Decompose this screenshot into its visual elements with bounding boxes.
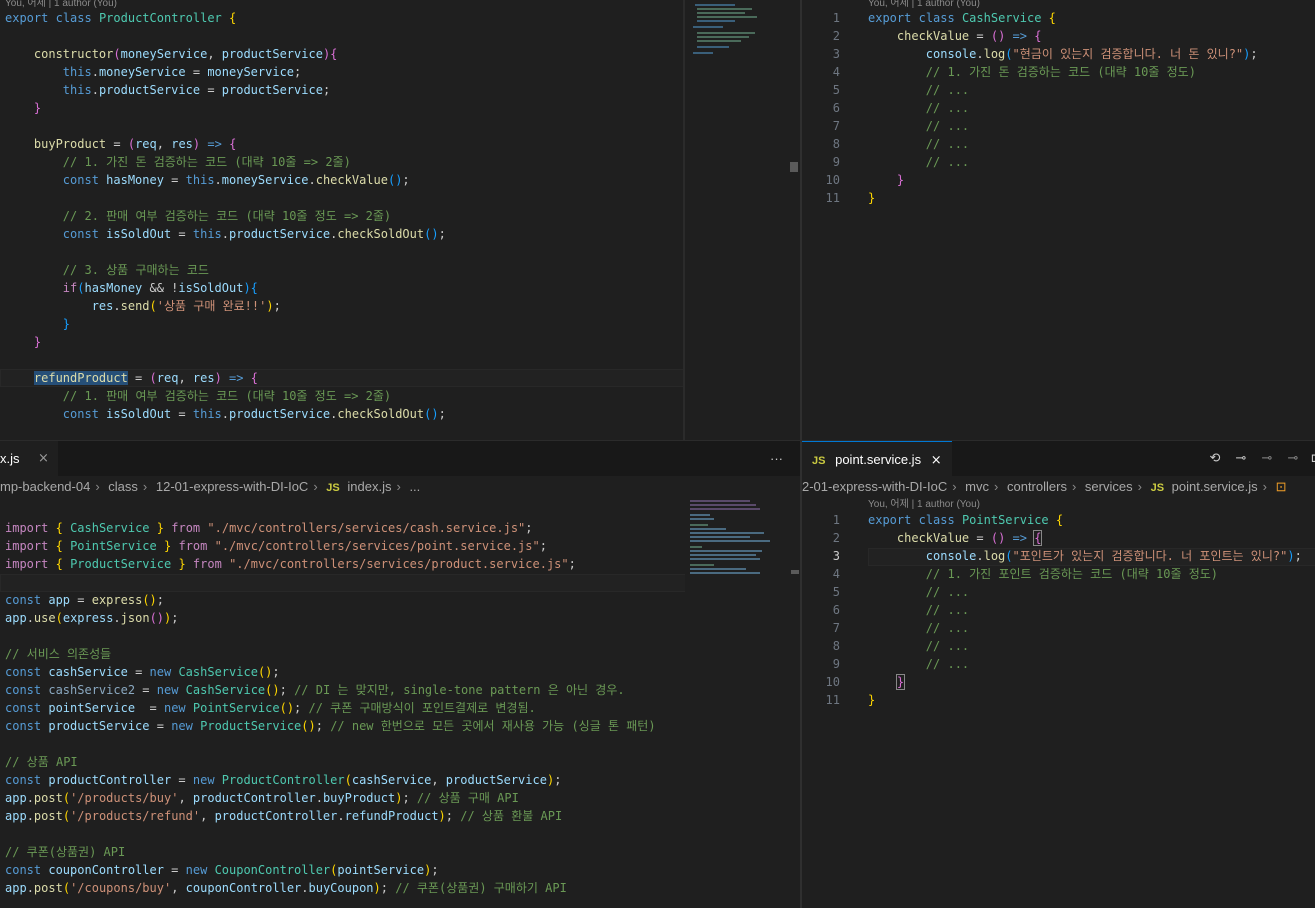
code-line: export class ProductController {: [5, 11, 237, 25]
git-compare-icon[interactable]: ⊸: [1232, 450, 1250, 468]
js-file-icon: JS: [1150, 482, 1165, 494]
code-line: // ...: [868, 83, 970, 97]
code-line: console.log("포인트가 있는지 검증합니다. 너 포인트는 있니?"…: [925, 549, 1302, 563]
code-line: // 서비스 의존성들: [5, 647, 112, 661]
code-line: // ...: [868, 621, 970, 635]
git-next-icon[interactable]: ⊸: [1284, 450, 1302, 468]
code-line: // ...: [868, 137, 970, 151]
code-line: this.moneyService = moneyService;: [62, 65, 302, 79]
code-line: }: [895, 674, 906, 690]
code-line: // 3. 상품 구매하는 코드: [5, 263, 209, 277]
code-line: const hasMoney = this.moneyService.check…: [62, 173, 410, 187]
code-line: // ...: [868, 119, 970, 133]
code-line: // 쿠폰(상품권) API: [5, 845, 126, 859]
symbol-icon: ⊡: [1275, 479, 1287, 494]
code-line: const pointService = new PointService();…: [5, 701, 536, 715]
tab-index-js[interactable]: x.js ×: [0, 441, 58, 477]
code-line: // ...: [868, 639, 970, 653]
code-line: const couponController = new CouponContr…: [5, 863, 439, 877]
code-line: app.post('/coupons/buy', couponControlle…: [5, 881, 567, 895]
code-line: }: [33, 101, 42, 115]
close-icon[interactable]: ×: [38, 441, 49, 477]
code-line: }: [33, 335, 42, 349]
js-file-icon: JS: [812, 455, 826, 467]
breadcrumb: mp-backend-04 › class › 12-01-express-with…: [0, 476, 800, 498]
code-line: refundProduct = (req, res) => {: [33, 371, 258, 385]
code-line: this.productService = productService;: [62, 83, 331, 97]
tab-bar: x.js × ···: [0, 441, 800, 477]
code-line: const cashService = new CashService();: [5, 665, 280, 679]
code-line: const app = express();: [5, 593, 164, 607]
timeline-icon[interactable]: ⟲: [1206, 450, 1224, 468]
code-line: if(hasMoney && !isSoldOut){: [62, 281, 258, 295]
code-line: // 1. 가진 돈 검증하는 코드 (대략 10줄 정도): [868, 65, 1196, 79]
code-line: }: [62, 317, 71, 331]
code-line: }: [896, 173, 905, 187]
code-line: const cashService2 = new CashService(); …: [5, 683, 625, 697]
code-line: console.log("현금이 있는지 검증합니다. 너 돈 있니?");: [925, 47, 1258, 61]
breadcrumb-item[interactable]: services: [1085, 479, 1133, 494]
breadcrumb-item[interactable]: 12-01-express-with-DI-IoC: [156, 479, 308, 494]
git-previous-icon[interactable]: ⊸: [1258, 450, 1276, 468]
blame-annotation[interactable]: You, 어제 | 1 author (You): [868, 499, 980, 511]
editor-pane-product-controller[interactable]: You, 어제 | 1 author (You) export class Pr…: [0, 0, 683, 440]
code-line: // 1. 가진 돈 검증하는 코드 (대략 10줄 => 2줄): [5, 155, 351, 169]
code-line: }: [868, 693, 876, 707]
editor-pane-point-service[interactable]: You, 어제 | 1 author (You) 1 2 3 4 5 6 7 8…: [802, 498, 1315, 908]
js-file-icon: JS: [326, 482, 340, 494]
code-line: constructor(moneyService, productService…: [33, 47, 338, 61]
code-line: // 1. 가진 포인트 검증하는 코드 (대략 10줄 정도): [868, 567, 1219, 581]
code-line: export class CashService {: [868, 11, 1056, 25]
code-line: checkValue = () => {: [896, 29, 1042, 43]
code-line: app.use(express.json());: [5, 611, 179, 625]
close-icon[interactable]: ×: [931, 453, 942, 468]
breadcrumb-item[interactable]: mvc: [965, 479, 989, 494]
breadcrumb-item[interactable]: index.js: [347, 479, 391, 494]
breadcrumb-item[interactable]: mp-backend-04: [0, 479, 90, 494]
code-line: // 상품 API: [5, 755, 78, 769]
tab-bar: JS point.service.js × ⟲ ⊸ ⊸ ⊸ ⊏: [802, 441, 1315, 478]
breadcrumb-item[interactable]: ...: [409, 479, 420, 494]
breadcrumb: 2-01-express-with-DI-IoC › mvc › controlle…: [802, 476, 1315, 498]
breadcrumb-item[interactable]: class: [108, 479, 138, 494]
code-line: // ...: [868, 657, 970, 671]
code-line: // ...: [868, 101, 970, 115]
code-line: app.post('/products/refund', productCont…: [5, 809, 563, 823]
code-line: export class PointService {: [868, 513, 1064, 527]
code-line: }: [868, 191, 876, 205]
code-line: // ...: [868, 155, 970, 169]
pane-divider[interactable]: [683, 0, 685, 440]
more-actions-button[interactable]: ···: [770, 441, 783, 477]
code-line: // 1. 판매 여부 검증하는 코드 (대략 10줄 정도 => 2줄): [5, 389, 392, 403]
code-line: import { ProductService } from "./mvc/co…: [5, 557, 576, 571]
code-line: const isSoldOut = this.productService.ch…: [62, 407, 446, 421]
code-line: const productService = new ProductServic…: [5, 719, 656, 733]
code-line: // ...: [868, 603, 970, 617]
current-line-highlight: [0, 574, 685, 592]
split-editor-icon[interactable]: ⊏: [1307, 450, 1315, 468]
code-line: // 2. 판매 여부 검증하는 코드 (대략 10줄 정도 => 2줄): [5, 209, 392, 223]
breadcrumb-item[interactable]: controllers: [1007, 479, 1067, 494]
minimap-top[interactable]: [685, 0, 800, 440]
breadcrumb-item[interactable]: point.service.js: [1172, 479, 1258, 494]
code-line: buyProduct = (req, res) => {: [33, 137, 237, 151]
code-line: const isSoldOut = this.productService.ch…: [62, 227, 446, 241]
code-line: checkValue = () => {: [896, 530, 1043, 546]
editor-pane-cash-service[interactable]: You, 어제 | 1 author (You) 1 2 3 4 5 6 7 8…: [802, 0, 1315, 440]
code-line: app.post('/products/buy', productControl…: [5, 791, 519, 805]
code-line: const productController = new ProductCon…: [5, 773, 562, 787]
editor-pane-index-js[interactable]: import { CashService } from "./mvc/contr…: [0, 498, 685, 908]
code-line: import { CashService } from "./mvc/contr…: [5, 521, 533, 535]
minimap-bottom[interactable]: [685, 498, 800, 908]
code-line: import { PointService } from "./mvc/cont…: [5, 539, 547, 553]
code-line: // ...: [868, 585, 970, 599]
tab-point-service-js[interactable]: JS point.service.js ×: [802, 441, 952, 478]
breadcrumb-item[interactable]: 2-01-express-with-DI-IoC: [802, 479, 947, 494]
code-line: res.send('상품 구매 완료!!');: [91, 299, 281, 313]
